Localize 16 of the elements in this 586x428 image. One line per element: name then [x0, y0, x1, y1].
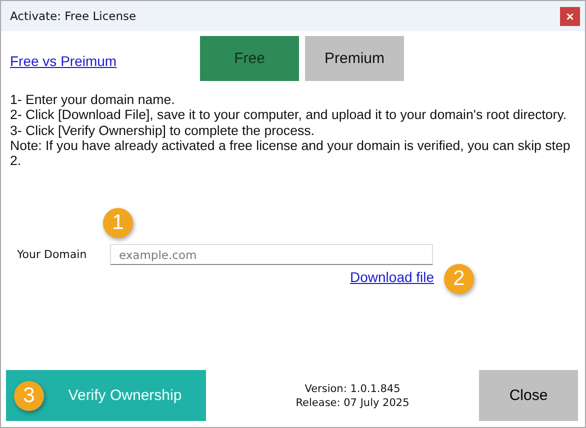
instruction-text: Note: If you have already activated a free license and your domain is verified, you can skip step 2. [10, 138, 572, 168]
instruction-text: 2- Click [Download File], save it to your computer, and upload it to your domain's root directory. [10, 107, 568, 123]
close-button[interactable]: × [560, 6, 580, 26]
instruction-text: 1- Enter your domain name. [10, 92, 176, 108]
step-badge: 1 [103, 208, 133, 238]
download-link[interactable]: Download file [350, 269, 434, 286]
close-dialog-button[interactable]: Close [479, 370, 578, 421]
window-title: Activate: Free License [10, 9, 136, 23]
version-text: Version: 1.0.1.845 [304, 382, 400, 396]
release-text: Release: 07 July 2025 [296, 396, 410, 410]
field-label: Your Domain [16, 248, 88, 262]
compare-link[interactable]: Free vs Preimum [10, 53, 200, 69]
step-badge: 2 [444, 264, 474, 294]
instruction-text: 3- Click [Verify Ownership] to complete the process. [10, 122, 316, 138]
domain-input-field[interactable]: example.com [110, 244, 433, 266]
license-tab[interactable]: Premium [305, 36, 404, 81]
